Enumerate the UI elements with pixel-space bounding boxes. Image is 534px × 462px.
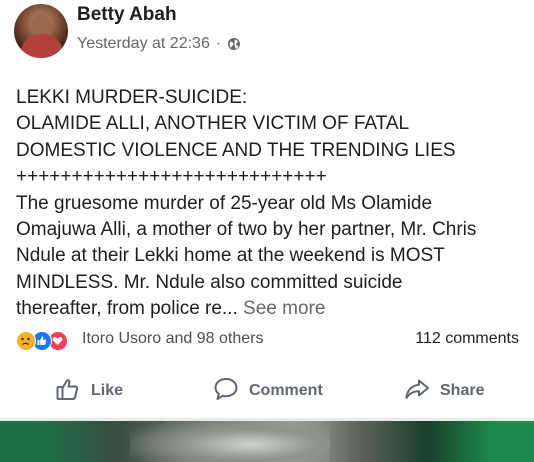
post-text: LEKKI MURDER-SUICIDE: OLAMIDE ALLI, ANOT…: [16, 85, 521, 323]
next-post-photo[interactable]: [0, 418, 534, 462]
post-divider: [0, 418, 534, 421]
reactions-summary[interactable]: Itoro Usoro and 98 others 112 comments: [16, 330, 519, 352]
author-avatar[interactable]: [14, 4, 68, 58]
post-actions: Like Comment Share: [0, 366, 534, 416]
post-text-last-line: thereafter, from police re... See more: [16, 296, 521, 322]
share-label: Share: [440, 382, 485, 399]
post-text-line: LEKKI MURDER-SUICIDE:: [16, 87, 248, 108]
like-button[interactable]: Like: [55, 366, 123, 416]
author-name[interactable]: Betty Abah: [77, 4, 177, 26]
see-more-link[interactable]: See more: [243, 298, 325, 319]
share-button[interactable]: Share: [404, 366, 484, 416]
reaction-icons[interactable]: [16, 331, 78, 351]
photo-highlight: [130, 418, 330, 462]
post-text-line: Ndule at their Lekki home at the weekend…: [16, 245, 445, 267]
thumbs-up-icon: [55, 376, 91, 407]
post-text-truncated: thereafter, from police re...: [16, 298, 238, 320]
avatar-clothing: [22, 34, 62, 58]
post-meta: Yesterday at 22:36 ·: [77, 35, 241, 53]
share-arrow-icon: [404, 376, 440, 407]
sad-reaction-icon: [16, 331, 36, 351]
post-timestamp[interactable]: Yesterday at 22:36: [77, 35, 210, 53]
post-text-line: The gruesome murder of 25-year old Ms Ol…: [16, 192, 433, 214]
post-header: Betty Abah Yesterday at 22:36 ·: [14, 4, 524, 60]
post-text-line: DOMESTIC VIOLENCE AND THE TRENDING LIES: [16, 139, 456, 161]
meta-separator: ·: [215, 35, 222, 52]
reactors-text[interactable]: Itoro Usoro and 98 others: [82, 330, 263, 348]
comment-button[interactable]: Comment: [213, 366, 323, 416]
comment-label: Comment: [249, 382, 323, 399]
comments-count[interactable]: 112 comments: [415, 330, 519, 348]
post-text-line: MINDLESS. Mr. Ndule also committed suici…: [16, 271, 403, 293]
globe-icon[interactable]: [227, 37, 241, 51]
post-text-line: OLAMIDE ALLI, ANOTHER VICTIM OF FATAL: [16, 113, 410, 135]
post-text-line: Omajuwa Alli, a mother of two by her par…: [16, 219, 477, 241]
like-label: Like: [91, 382, 124, 399]
comment-icon: [213, 376, 249, 407]
post-text-line: ++++++++++++++++++++++++++++: [16, 166, 327, 188]
